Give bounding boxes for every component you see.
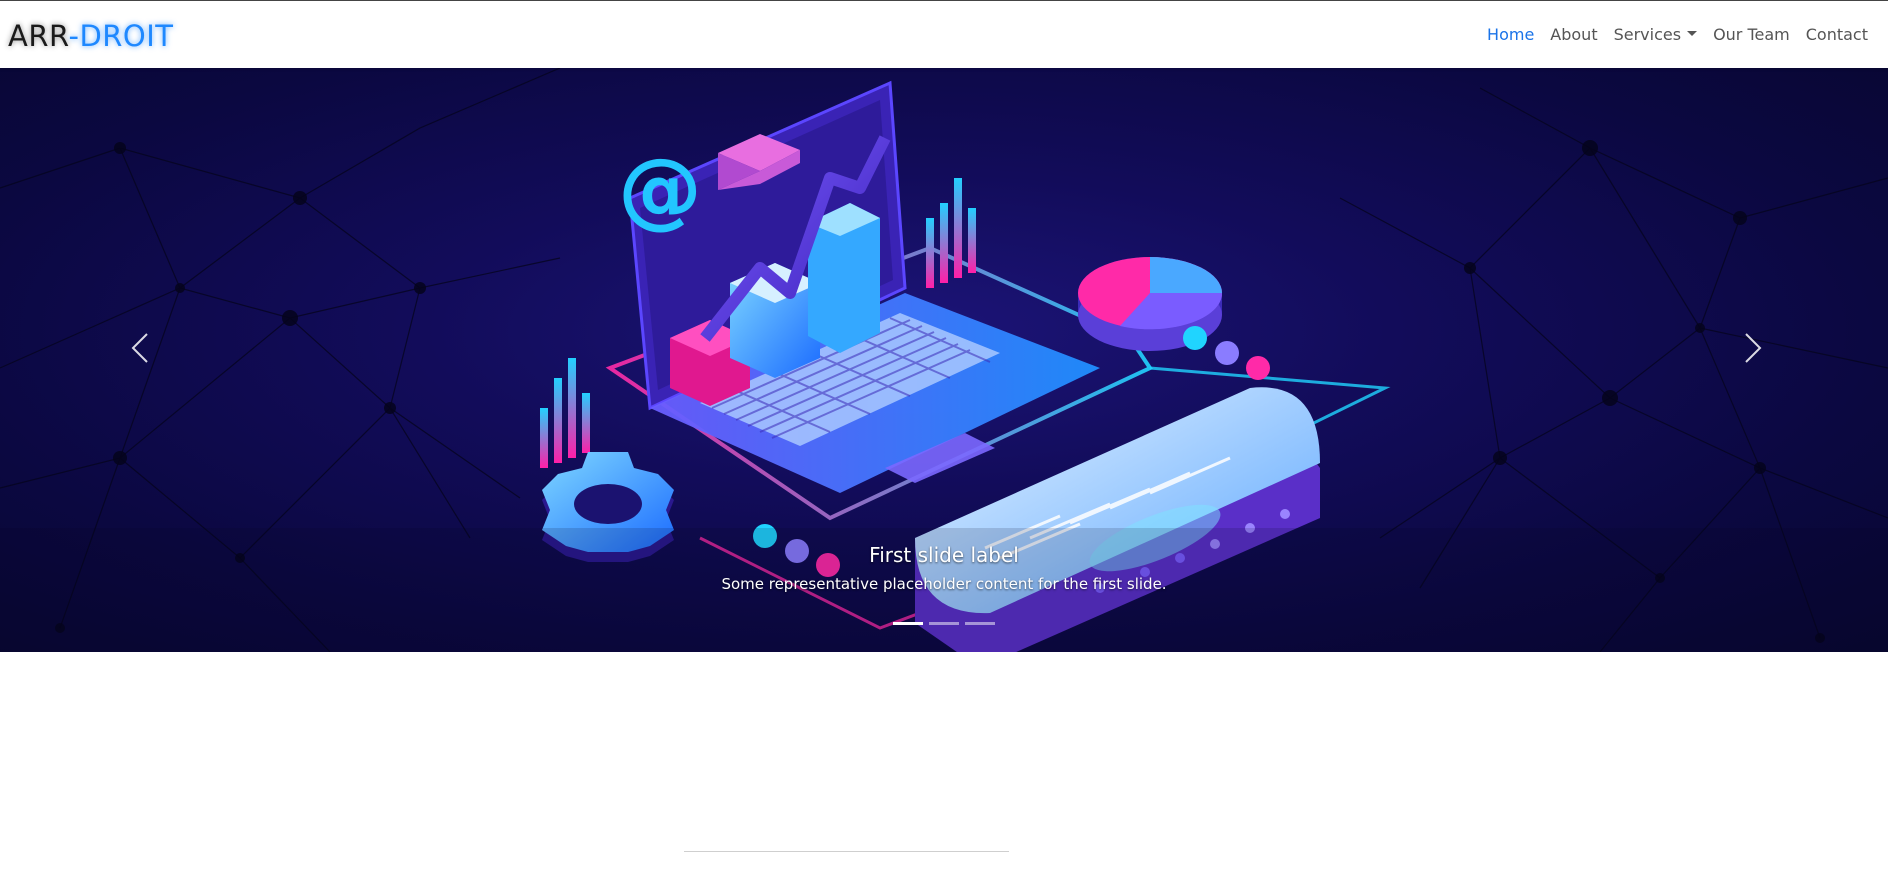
carousel-prev-button[interactable] [110, 308, 170, 388]
nav-services-dropdown[interactable]: Services [1606, 25, 1705, 44]
brand-logo[interactable]: ARR-DROIT [8, 19, 174, 53]
chevron-right-icon [1745, 333, 1762, 363]
brand-part-droit: DROIT [79, 19, 174, 53]
carousel-indicator-2[interactable] [929, 622, 959, 625]
nav-contact[interactable]: Contact [1798, 25, 1876, 44]
at-icon: @ [618, 140, 702, 238]
brand-dash: - [68, 19, 80, 53]
carousel-indicator-3[interactable] [965, 622, 995, 625]
caret-down-icon [1687, 31, 1698, 36]
carousel-indicators [0, 622, 1888, 625]
section-divider [684, 851, 1009, 852]
nav-services-label: Services [1613, 25, 1682, 44]
nav-menu: Home About Services Our Team Contact [1479, 25, 1876, 44]
nav-about[interactable]: About [1542, 25, 1605, 44]
slide-text: Some representative placeholder content … [721, 575, 1167, 593]
brand-part-arr: ARR [8, 19, 69, 53]
hero-carousel: @ First slide label Some representative … [0, 68, 1888, 652]
chevron-left-icon [131, 333, 148, 363]
navbar: ARR-DROIT Home About Services Our Team C… [0, 0, 1888, 68]
nav-our-team[interactable]: Our Team [1705, 25, 1798, 44]
carousel-next-button[interactable] [1723, 308, 1783, 388]
nav-home[interactable]: Home [1479, 25, 1542, 44]
slide-title: First slide label [869, 543, 1019, 567]
carousel-indicator-1[interactable] [893, 622, 923, 625]
carousel-caption: First slide label Some representative pl… [0, 543, 1888, 593]
